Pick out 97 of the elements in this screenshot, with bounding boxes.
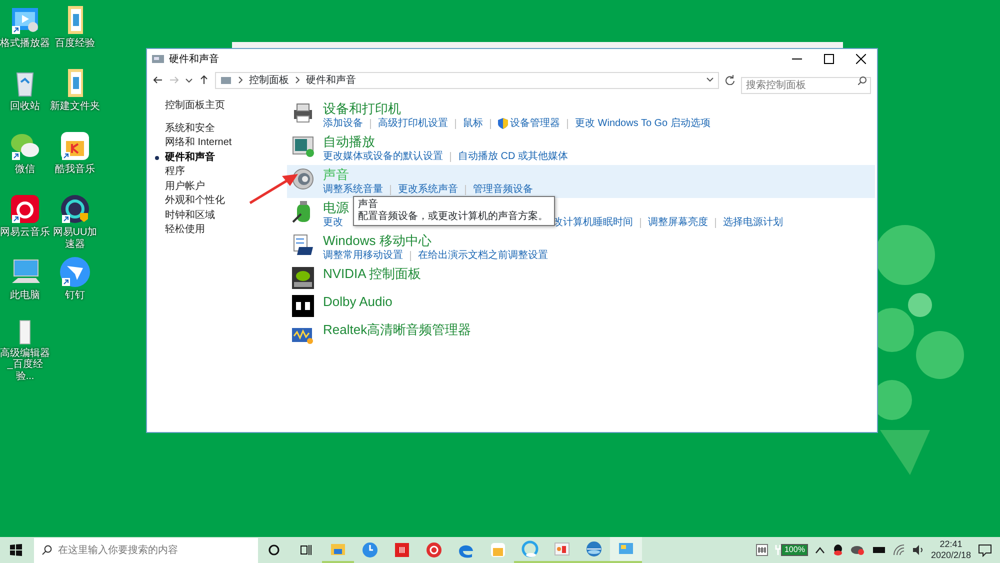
nav-item[interactable]: 硬件和声音 (165, 150, 287, 165)
plug-icon (775, 544, 782, 556)
category-link[interactable]: 自动播放 (323, 134, 375, 150)
category-link[interactable]: 电源 (323, 200, 349, 216)
desktop-icon-label[interactable]: 高级编辑器_百度经验... (0, 348, 50, 382)
address-bar[interactable]: 控制面板 硬件和声音 (215, 72, 719, 88)
task-link[interactable]: 更改媒体或设备的默认设置 (323, 150, 443, 163)
graphics-card-icon[interactable] (291, 266, 315, 290)
nav-item[interactable]: 轻松使用 (165, 223, 287, 238)
close-icon (856, 54, 866, 64)
tooltip-text: 配置音频设备，或更改计算机的声音方案。 (358, 211, 549, 223)
desktop-icon-label[interactable]: 钉钉 (50, 290, 100, 302)
chevron-icon (295, 76, 300, 84)
nav-item[interactable]: 用户帐户 (165, 180, 287, 194)
slides-icon (553, 540, 571, 558)
laptop-icon[interactable] (291, 233, 315, 257)
ring-logo-icon[interactable] (59, 193, 91, 225)
desktop-icon-label[interactable]: 格式播放器 (0, 38, 50, 50)
task-view-icon (300, 544, 312, 556)
category-link[interactable]: NVIDIA 控制面板 (323, 266, 422, 282)
tooltip-title: 声音 (358, 199, 379, 210)
clock-icon (361, 541, 379, 559)
nav-item[interactable]: 时钟和区域 (165, 208, 287, 223)
chevron-up-icon[interactable] (814, 546, 825, 554)
nav-item[interactable]: 程序 (165, 165, 287, 180)
volume-icon[interactable] (912, 544, 924, 556)
task-link[interactable]: 添加设备 (323, 117, 363, 130)
paper-plane-icon[interactable] (59, 256, 91, 288)
category-link[interactable]: Windows 移动中心 (323, 233, 432, 249)
search-icon (858, 76, 867, 84)
desktop-icon-label[interactable]: 回收站 (0, 101, 50, 112)
breadcrumb-item[interactable]: 硬件和声音 (306, 72, 356, 88)
screen-icon[interactable] (291, 134, 315, 158)
task-link[interactable]: 调整常用移动设置 (323, 249, 403, 262)
notification-icon[interactable] (978, 543, 992, 557)
dropdown-icon[interactable] (706, 76, 714, 84)
desktop-icon-label[interactable]: 百度经验 (50, 38, 100, 50)
chevron-icon (238, 76, 243, 84)
task-link[interactable]: 自动播放 CD 或其他媒体 (458, 150, 568, 163)
desktop-icon-label[interactable]: 新建文件夹 (50, 101, 100, 112)
desktop-icon-label[interactable]: 酷我音乐 (50, 164, 100, 176)
task-link[interactable]: 高级打印机设置 (378, 117, 448, 130)
desktop-icon-label[interactable]: 微信 (0, 164, 50, 176)
circle-icon (268, 544, 280, 556)
windows-logo-icon (10, 544, 22, 556)
task-link[interactable]: 更改系统声音 (398, 183, 458, 196)
desktop-icon-label[interactable]: 此电脑 (0, 290, 50, 302)
up-arrow-icon[interactable] (199, 75, 209, 85)
browser-icon (425, 541, 443, 559)
task-link[interactable]: 调整屏幕亮度 (648, 216, 708, 229)
refresh-icon[interactable] (725, 75, 735, 85)
input-method-icon[interactable] (756, 544, 768, 556)
speaker-icon[interactable] (291, 167, 315, 191)
music-app-icon[interactable] (59, 130, 91, 162)
browser-icon (521, 540, 539, 558)
nav-item[interactable]: 网络和 Internet (165, 136, 287, 150)
task-link[interactable]: 调整系统音量 (323, 183, 383, 196)
penguin-icon[interactable] (832, 544, 844, 556)
globe-icon (585, 540, 603, 558)
battery-level[interactable]: 100% (781, 544, 808, 556)
task-link[interactable]: 设备管理器 (498, 117, 560, 130)
nav-item[interactable]: 外观和个性化 (165, 194, 287, 208)
category-link[interactable]: Realtek高清晰音频管理器 (323, 322, 472, 338)
printer-icon[interactable] (291, 101, 315, 125)
back-arrow-icon[interactable] (153, 75, 163, 85)
music-app-icon (489, 541, 507, 559)
nav-link[interactable]: 控制面板主页 (165, 99, 287, 114)
category-link[interactable]: Dolby Audio (323, 294, 392, 310)
battery-icon[interactable] (872, 545, 886, 555)
wifi-icon[interactable] (892, 544, 905, 556)
task-link[interactable]: 更改 (323, 216, 343, 229)
task-link[interactable]: 管理音频设备 (473, 183, 533, 196)
window-title: 硬件和声音 (169, 52, 219, 66)
taskbar-search-field[interactable]: 在这里输入你要搜索的内容 (34, 538, 258, 563)
search-field[interactable]: 搜索控制面板 (741, 76, 871, 94)
music-app-icon[interactable] (9, 193, 41, 225)
desktop-icon-label[interactable]: 网易云音乐 (0, 227, 50, 238)
task-link[interactable]: 选择电源计划 (723, 216, 783, 229)
shield-icon (498, 118, 508, 129)
task-link[interactable]: 鼠标 (463, 117, 483, 130)
search-icon (42, 545, 52, 555)
nav-item[interactable]: 系统和安全 (165, 122, 287, 136)
category-link[interactable]: 设备和打印机 (323, 101, 401, 117)
selected-bullet-icon (155, 156, 159, 160)
breadcrumb-item[interactable]: 控制面板 (249, 72, 289, 88)
desktop-icon-label[interactable]: 网易UU加速器 (50, 227, 100, 250)
dolby-logo-icon[interactable] (291, 294, 315, 318)
clock-date: 2020/2/18 (930, 550, 971, 561)
window-icon (151, 53, 165, 65)
category-row[interactable]: 声音 调整系统音量 更改系统声音 管理音频设备 (287, 165, 875, 198)
control-panel-icon (220, 75, 232, 85)
app-icon (393, 541, 411, 559)
task-link[interactable]: 更改 Windows To Go 启动选项 (575, 117, 710, 130)
maximize-icon (824, 54, 834, 64)
task-link[interactable]: 在给出演示文档之前调整设置 (418, 249, 548, 262)
clock-time: 22:41 (938, 539, 964, 550)
cloud-icon[interactable] (850, 544, 865, 556)
